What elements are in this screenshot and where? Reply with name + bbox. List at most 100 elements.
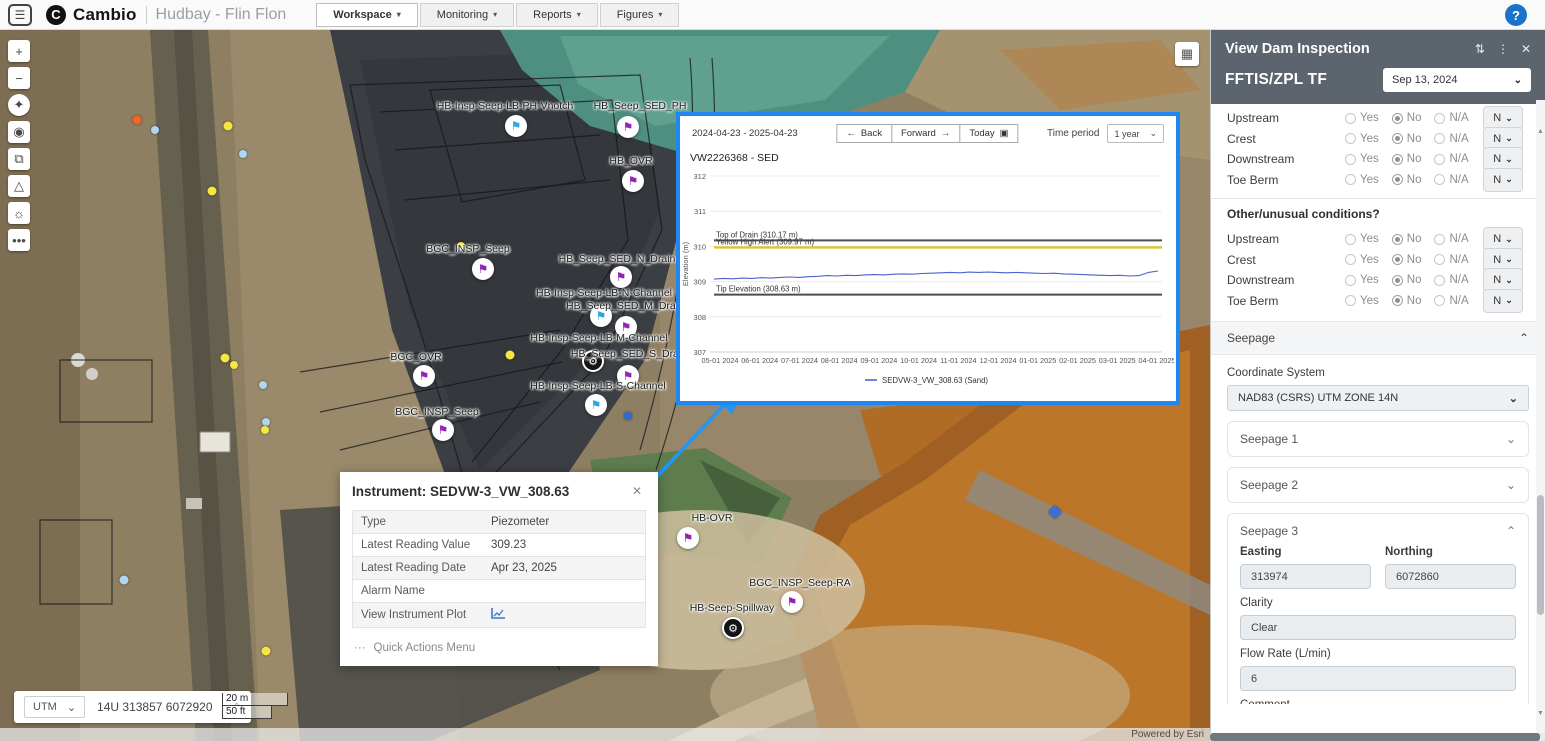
clarity-input[interactable]: Clear (1240, 615, 1516, 640)
radio-option-no[interactable]: No (1391, 254, 1421, 266)
instrument-dot[interactable] (505, 350, 515, 360)
instrument-dot[interactable] (624, 412, 632, 420)
flag-marker-icon[interactable]: ⚑ (610, 266, 632, 288)
radio-button[interactable] (1391, 274, 1403, 286)
radio-button[interactable] (1391, 133, 1403, 145)
radio-option-yes[interactable]: Yes (1345, 274, 1379, 286)
scrollbar-thumb[interactable] (1537, 495, 1544, 615)
tab-workspace[interactable]: Workspace ▾ (316, 2, 418, 27)
flow-rate-input[interactable]: 6 (1240, 666, 1516, 691)
panel-horizontal-scrollbar[interactable] (1210, 733, 1545, 741)
radio-button[interactable] (1345, 153, 1356, 165)
scroll-up-icon[interactable]: ▲ (1536, 128, 1545, 135)
layers-button[interactable]: ⧉ (8, 148, 30, 170)
instrument-dot[interactable] (119, 575, 129, 585)
basemap-gallery-button[interactable]: ▦ (1175, 42, 1199, 66)
sort-icon[interactable]: ⇅ (1475, 42, 1485, 56)
radio-option-yes[interactable]: Yes (1345, 295, 1379, 307)
instrument-dot[interactable] (259, 381, 267, 389)
radio-button[interactable] (1345, 133, 1356, 145)
kebab-menu-icon[interactable]: ⋮ (1497, 42, 1509, 56)
forward-button[interactable]: Forward → (890, 124, 961, 143)
flag-marker-icon[interactable]: ⚑ (413, 365, 435, 387)
time-period-select[interactable]: 1 year ⌄ (1107, 124, 1164, 143)
radio-option-n-a[interactable]: N/A (1434, 112, 1469, 124)
radio-button[interactable] (1391, 295, 1403, 307)
radio-button[interactable] (1345, 295, 1356, 307)
instrument-dot[interactable] (132, 115, 142, 125)
zoom-in-button[interactable]: + (8, 40, 30, 62)
radio-button[interactable] (1434, 112, 1446, 124)
flag-marker-icon[interactable]: ⚑ (617, 116, 639, 138)
radio-button[interactable] (1434, 153, 1446, 165)
instrument-dot[interactable] (230, 361, 238, 369)
instrument-dot[interactable] (220, 353, 230, 363)
radio-button[interactable] (1434, 133, 1446, 145)
instrument-dot[interactable] (261, 646, 271, 656)
instrument-dot[interactable] (223, 121, 233, 131)
radio-option-yes[interactable]: Yes (1345, 153, 1379, 165)
radio-button[interactable] (1434, 233, 1446, 245)
radio-option-yes[interactable]: Yes (1345, 133, 1379, 145)
coordinate-system-select[interactable]: UTM ⌄ (24, 696, 86, 718)
radio-option-yes[interactable]: Yes (1345, 112, 1379, 124)
radio-option-n-a[interactable]: N/A (1434, 174, 1469, 186)
seepage-3-header[interactable]: Seepage 3 ⌃ (1240, 524, 1516, 538)
quick-actions-menu[interactable]: ··· Quick Actions Menu (340, 634, 658, 656)
flag-marker-icon[interactable]: ⚑ (781, 591, 803, 613)
zoom-out-button[interactable]: − (8, 67, 30, 89)
basemap-button[interactable]: ◉ (8, 121, 30, 143)
seepage-1-header[interactable]: Seepage 1 ⌄ (1240, 432, 1516, 446)
radio-button[interactable] (1345, 112, 1356, 124)
radio-button[interactable] (1434, 174, 1446, 186)
radio-option-yes[interactable]: Yes (1345, 254, 1379, 266)
radio-option-n-a[interactable]: N/A (1434, 233, 1469, 245)
radio-button[interactable] (1391, 233, 1403, 245)
hamburger-menu-icon[interactable]: ☰ (8, 3, 32, 26)
plot-icon[interactable] (491, 607, 506, 623)
radio-option-no[interactable]: No (1391, 233, 1421, 245)
radio-button[interactable] (1434, 295, 1446, 307)
h-scrollbar-thumb[interactable] (1210, 733, 1540, 741)
close-panel-icon[interactable]: ✕ (1521, 42, 1531, 56)
radio-button[interactable] (1391, 174, 1403, 186)
tab-figures[interactable]: Figures ▾ (599, 2, 680, 27)
radio-option-yes[interactable]: Yes (1345, 174, 1379, 186)
northing-input[interactable]: 6072860 (1385, 564, 1516, 589)
radio-button[interactable] (1391, 112, 1403, 124)
panel-vertical-scrollbar[interactable]: ▲ ▼ (1536, 100, 1545, 733)
instrument-dot[interactable] (151, 126, 159, 134)
radio-button[interactable] (1391, 153, 1403, 165)
radio-option-n-a[interactable]: N/A (1434, 274, 1469, 286)
radio-button[interactable] (1345, 254, 1356, 266)
radio-option-no[interactable]: No (1391, 153, 1421, 165)
help-button[interactable]: ? (1505, 4, 1527, 26)
radio-option-yes[interactable]: Yes (1345, 233, 1379, 245)
coordinate-system-dropdown[interactable]: NAD83 (CSRS) UTM ZONE 14N ⌄ (1227, 385, 1529, 411)
compass-button[interactable]: ✦ (8, 94, 30, 116)
radio-button[interactable] (1434, 274, 1446, 286)
radio-option-n-a[interactable]: N/A (1434, 295, 1469, 307)
row-dropdown[interactable]: N ⌄ (1483, 167, 1523, 192)
instrument-dot[interactable] (262, 418, 270, 426)
instrument-dot[interactable] (207, 186, 217, 196)
brightness-button[interactable]: ☼ (8, 202, 30, 224)
radio-option-no[interactable]: No (1391, 174, 1421, 186)
extent-button[interactable]: △ (8, 175, 30, 197)
back-button[interactable]: ← Back (836, 124, 892, 143)
flag-marker-icon[interactable]: ⚑ (622, 170, 644, 192)
seepage-section-header[interactable]: Seepage ⌃ (1211, 321, 1545, 355)
flag-marker-icon[interactable]: ⚑ (432, 419, 454, 441)
more-tools-button[interactable]: ••• (8, 229, 30, 251)
instrument-dot[interactable] (261, 426, 269, 434)
radio-button[interactable] (1434, 254, 1446, 266)
radio-button[interactable] (1345, 274, 1356, 286)
radio-button[interactable] (1345, 174, 1356, 186)
radio-option-no[interactable]: No (1391, 295, 1421, 307)
radio-option-no[interactable]: No (1391, 133, 1421, 145)
radio-button[interactable] (1391, 254, 1403, 266)
radio-option-no[interactable]: No (1391, 112, 1421, 124)
flag-marker-icon[interactable]: ⚑ (472, 258, 494, 280)
gear-marker-icon[interactable]: ⚙ (722, 617, 744, 639)
radio-option-n-a[interactable]: N/A (1434, 153, 1469, 165)
